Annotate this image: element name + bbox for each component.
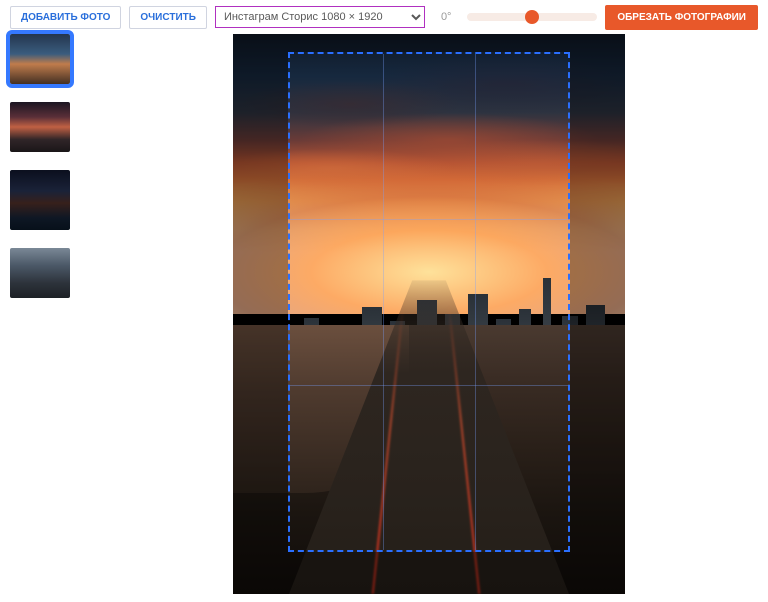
thumbnail-4[interactable] xyxy=(10,248,70,298)
thumbnail-2[interactable] xyxy=(10,102,70,152)
thumbnail-3[interactable] xyxy=(10,170,70,230)
crop-selection[interactable] xyxy=(288,52,570,552)
thumbnail-strip xyxy=(0,34,90,602)
rotation-slider[interactable] xyxy=(467,13,597,21)
crop-grid-line xyxy=(290,385,568,386)
crop-button[interactable]: ОБРЕЗАТЬ ФОТОГРАФИИ xyxy=(605,5,758,30)
rotation-value: 0° xyxy=(441,11,461,23)
image-canvas[interactable] xyxy=(233,34,625,594)
toolbar: ДОБАВИТЬ ФОТО ОЧИСТИТЬ Инстаграм Сторис … xyxy=(0,0,768,34)
canvas-wrap xyxy=(90,34,768,602)
rotation-slider-thumb[interactable] xyxy=(525,10,539,24)
main-area xyxy=(0,34,768,602)
preset-select[interactable]: Инстаграм Сторис 1080 × 1920 xyxy=(215,6,425,28)
crop-grid-line xyxy=(475,54,476,550)
crop-grid-line xyxy=(383,54,384,550)
add-photo-button[interactable]: ДОБАВИТЬ ФОТО xyxy=(10,6,121,29)
rotation-control: 0° xyxy=(441,11,597,23)
crop-grid-line xyxy=(290,219,568,220)
clear-button[interactable]: ОЧИСТИТЬ xyxy=(129,6,207,29)
thumbnail-1[interactable] xyxy=(10,34,70,84)
